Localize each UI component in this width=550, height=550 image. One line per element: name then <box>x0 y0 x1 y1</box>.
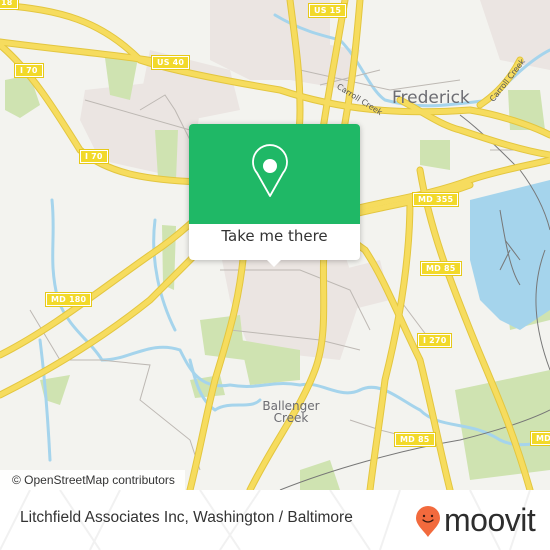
moovit-wordmark: moovit <box>444 502 536 538</box>
location-pin-icon <box>252 144 288 197</box>
road-shield-md355: MD 355 <box>411 192 460 207</box>
road-shield-md85-south: MD 85 <box>394 432 436 447</box>
road-shield-md-edge: MD <box>529 431 550 446</box>
road-shield-md85-north: MD 85 <box>420 261 462 276</box>
popup-header <box>189 124 360 224</box>
moovit-logo[interactable]: moovit <box>414 503 544 539</box>
road-shield-us15: US 15 <box>307 3 348 18</box>
road-shield-edge: 18 <box>0 0 19 10</box>
road-shield-i70-south: I 70 <box>79 149 109 164</box>
footer-bar: Litchfield Associates Inc, Washington / … <box>0 490 550 550</box>
footer-title: Litchfield Associates Inc, Washington / … <box>20 509 353 526</box>
take-me-there-popup[interactable]: Take me there <box>189 124 360 267</box>
take-me-there-button[interactable]: Take me there <box>189 227 360 245</box>
road-shield-i70-north: I 70 <box>14 63 44 78</box>
city-label-frederick: Frederick <box>392 88 470 108</box>
road-shield-i270: I 270 <box>416 333 453 348</box>
map-view[interactable]: 18 US 15 US 40 I 70 I 70 MD 180 MD 355 M… <box>0 0 550 490</box>
reservoir <box>470 180 550 330</box>
road-shield-us40: US 40 <box>150 55 191 70</box>
popup-pointer <box>267 260 281 267</box>
neighborhood-label-line2: Creek <box>273 411 309 425</box>
neighborhood-label-ballenger-creek: Ballenger Creek <box>259 400 323 424</box>
moovit-smile-pin-icon <box>416 506 440 537</box>
map-attribution: © OpenStreetMap contributors <box>0 470 185 490</box>
road-shield-md180: MD 180 <box>44 292 93 307</box>
